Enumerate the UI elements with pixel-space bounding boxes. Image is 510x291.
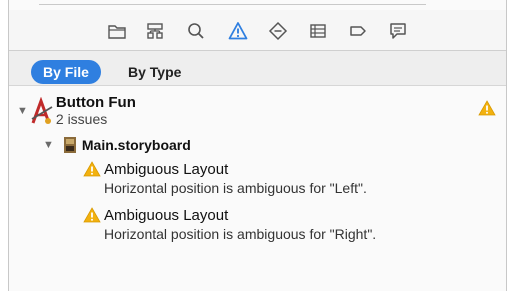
project-row[interactable]: ▼ Button Fun 2 issues <box>17 94 136 128</box>
diamond-icon[interactable] <box>267 20 289 42</box>
file-name: Main.storyboard <box>81 137 191 153</box>
list-icon[interactable] <box>307 20 329 42</box>
folder-icon[interactable] <box>106 20 128 42</box>
issue-tree: ▼ Button Fun 2 issues ▼ Main.storyboard … <box>9 86 506 291</box>
by-type-segment[interactable]: By Type <box>116 60 193 84</box>
warning-icon[interactable] <box>227 20 249 42</box>
navigator-toolbar <box>9 10 506 51</box>
issue-navigator-panel: By File By Type ▼ Button Fun 2 issues ▼ … <box>8 0 507 291</box>
project-warning-icon <box>478 100 496 121</box>
message-icon[interactable] <box>387 20 409 42</box>
filter-segmented-control: By File By Type <box>9 51 506 86</box>
search-icon[interactable] <box>185 20 207 42</box>
issue-row[interactable]: Ambiguous Layout Horizontal position is … <box>83 160 367 198</box>
project-name: Button Fun <box>55 94 136 111</box>
hierarchy-icon[interactable] <box>144 20 166 42</box>
file-row[interactable]: ▼ Main.storyboard <box>43 136 191 154</box>
by-file-segment[interactable]: By File <box>31 60 101 84</box>
top-divider <box>39 0 426 5</box>
issue-description: Horizontal position is ambiguous for "Le… <box>104 180 367 196</box>
issue-count: 2 issues <box>55 111 108 127</box>
issue-row[interactable]: Ambiguous Layout Horizontal position is … <box>83 206 376 244</box>
issue-description: Horizontal position is ambiguous for "Ri… <box>104 226 377 242</box>
storyboard-icon <box>62 136 78 154</box>
app-icon <box>30 96 54 125</box>
disclosure-triangle-icon[interactable]: ▼ <box>43 139 54 151</box>
tag-icon[interactable] <box>347 20 369 42</box>
warning-icon <box>83 207 101 223</box>
issue-title: Ambiguous Layout <box>104 207 229 224</box>
warning-icon <box>83 161 101 177</box>
disclosure-triangle-icon[interactable]: ▼ <box>17 105 28 117</box>
issue-title: Ambiguous Layout <box>104 161 229 178</box>
